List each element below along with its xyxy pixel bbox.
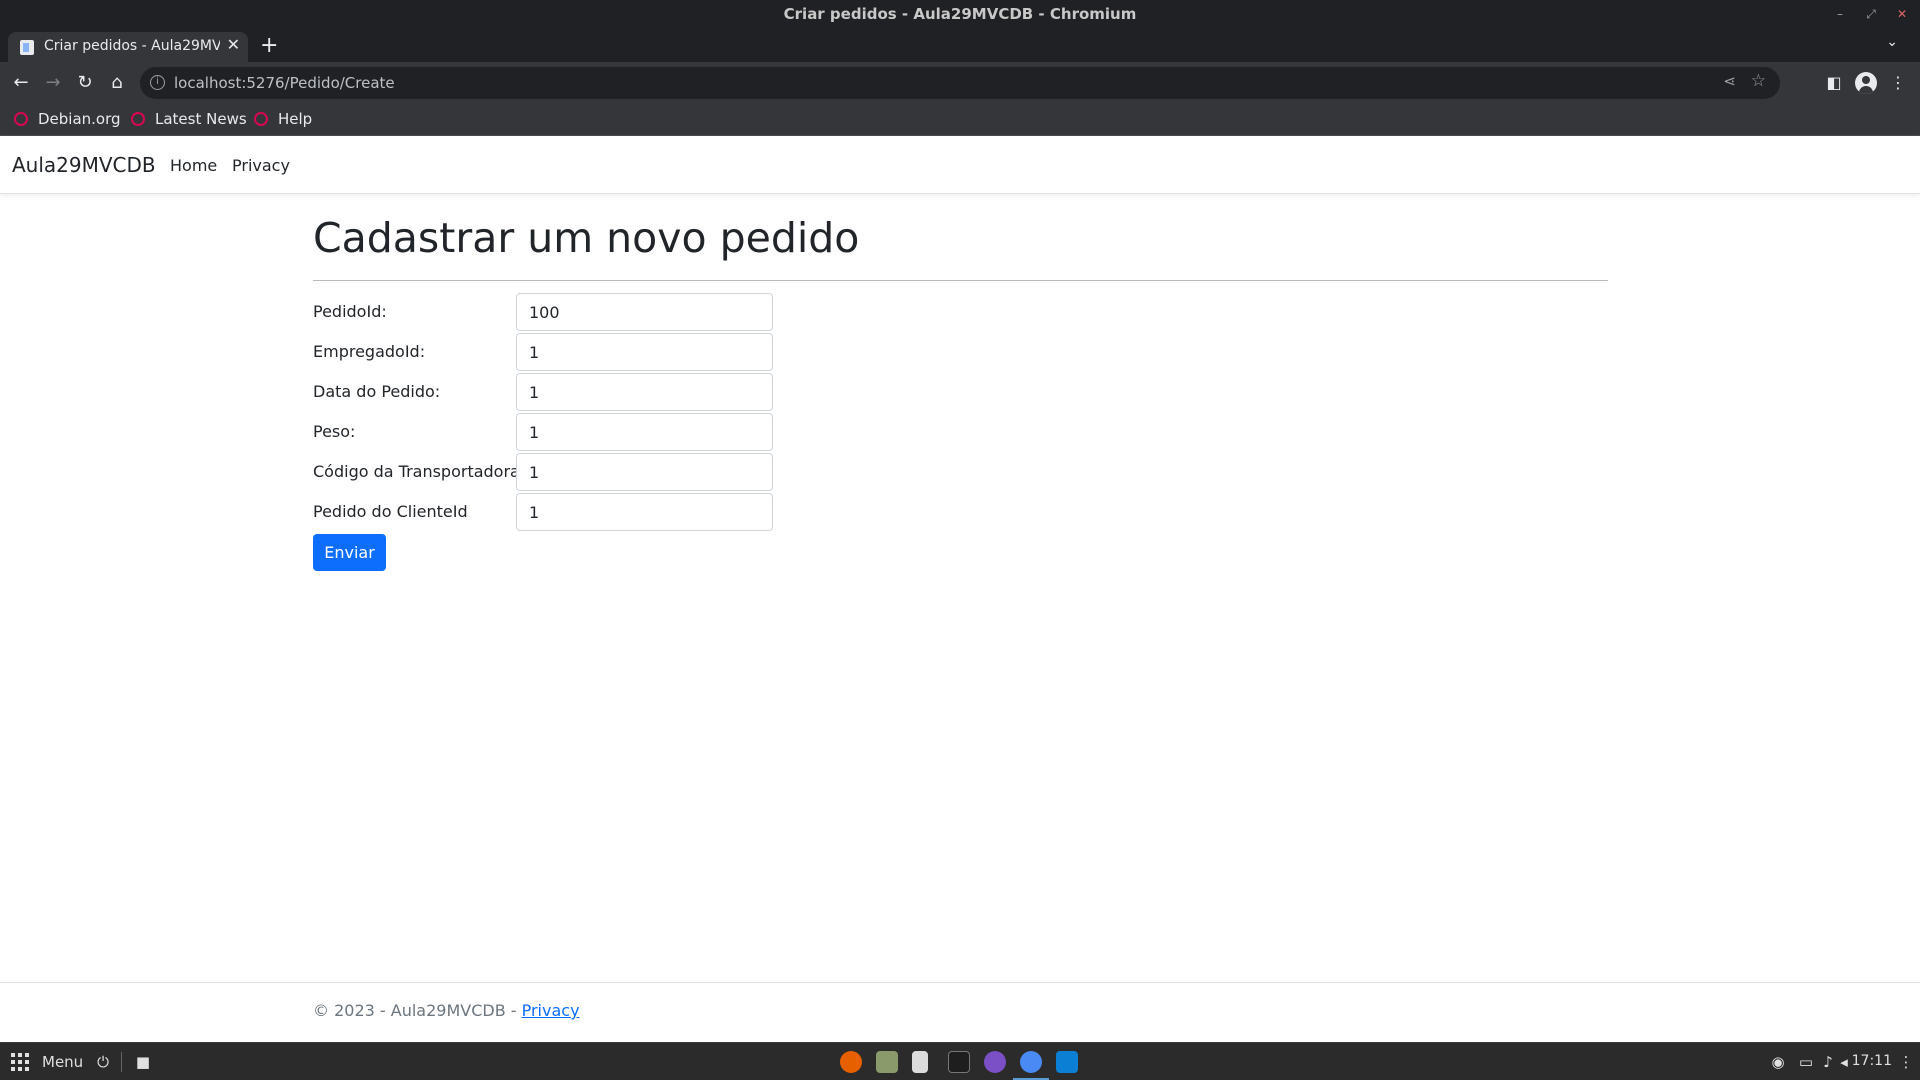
site-info-icon[interactable]: i (150, 75, 165, 90)
bookmark-debian[interactable]: Debian.org (14, 110, 121, 128)
enviar-button[interactable]: Enviar (313, 534, 386, 571)
field-label: EmpregadoId: (313, 342, 426, 361)
vscode-icon[interactable] (1056, 1051, 1078, 1073)
forward-button[interactable]: → (41, 71, 65, 95)
field-label: PedidoId: (313, 302, 387, 321)
navbar-brand[interactable]: Aula29MVCDB (12, 153, 156, 177)
browser-menu-icon[interactable]: ⋮ (1886, 71, 1910, 95)
tab-criar-pedidos[interactable]: Criar pedidos - Aula29MVCDB ✕ (8, 32, 248, 62)
tab-search-chevron-icon[interactable]: ⌄ (1886, 34, 1898, 50)
bookmarks-bar: Debian.org Latest News Help (0, 104, 1920, 136)
new-tab-button[interactable]: + (260, 33, 278, 58)
page-viewport: Aula29MVCDB Home Privacy Cadastrar um no… (0, 137, 1920, 1042)
address-bar[interactable]: i localhost:5276/Pedido/Create ⋖ ☆ (140, 67, 1780, 99)
minimize-button[interactable]: – (1830, 4, 1850, 24)
taskbar-menu-label[interactable]: Menu (42, 1053, 83, 1071)
side-panel-icon[interactable]: ◧ (1822, 71, 1846, 95)
power-icon[interactable]: ⏻ (93, 1052, 113, 1072)
bookmark-label: Latest News (155, 110, 247, 128)
tab-strip: Criar pedidos - Aula29MVCDB ✕ + ⌄ (0, 28, 1920, 62)
apps-grid-icon[interactable] (11, 1053, 29, 1071)
taskbar-clock[interactable]: 17:11 (1852, 1053, 1892, 1069)
data-pedido-input[interactable] (516, 373, 773, 411)
bookmark-star-icon[interactable]: ☆ (1751, 71, 1766, 91)
footer-text: © 2023 - Aula29MVCDB - Privacy (313, 1001, 580, 1020)
text-editor-icon[interactable] (912, 1051, 928, 1073)
site-footer: © 2023 - Aula29MVCDB - Privacy (0, 982, 1920, 1042)
pedidoid-input[interactable] (516, 293, 773, 331)
empregadoid-input[interactable] (516, 333, 773, 371)
bookmark-label: Debian.org (38, 110, 121, 128)
footer-privacy-link[interactable]: Privacy (522, 1001, 580, 1020)
debian-swirl-icon (14, 112, 28, 126)
site-navbar: Aula29MVCDB Home Privacy (0, 137, 1920, 194)
desktop-taskbar: Menu ⏻ ■ ◉ ▭ ♪ ◂ 17:11 ⋮ (0, 1042, 1920, 1080)
terminal-icon[interactable] (948, 1051, 970, 1073)
debian-swirl-icon (254, 112, 268, 126)
pedido-clienteid-input[interactable] (516, 493, 773, 531)
page-title: Cadastrar um novo pedido (313, 214, 860, 262)
home-button[interactable]: ⌂ (105, 71, 129, 95)
tab-title: Criar pedidos - Aula29MVCDB (44, 38, 220, 54)
field-label: Peso: (313, 422, 356, 441)
maximize-button[interactable]: ⤢ (1861, 4, 1881, 24)
back-button[interactable]: ← (9, 71, 33, 95)
eye-status-icon[interactable]: ◉ (1768, 1052, 1788, 1072)
chromium-icon[interactable] (1020, 1051, 1042, 1073)
nav-link-privacy[interactable]: Privacy (232, 156, 290, 175)
show-desktop-icon[interactable]: ⋮ (1896, 1052, 1916, 1072)
reload-button[interactable]: ↻ (73, 71, 97, 95)
codigo-transportadora-input[interactable] (516, 453, 773, 491)
footer-copyright: © 2023 - Aula29MVCDB - (313, 1001, 522, 1020)
window-titlebar: Criar pedidos - Aula29MVCDB - Chromium –… (0, 0, 1920, 28)
nav-link-home[interactable]: Home (170, 156, 217, 175)
tab-close-icon[interactable]: ✕ (227, 35, 240, 54)
bookmark-label: Help (278, 110, 313, 128)
taskbar-separator (121, 1052, 122, 1072)
heading-divider (313, 280, 1608, 281)
profile-avatar-icon[interactable] (1855, 72, 1877, 94)
browser-toolbar: ← → ↻ ⌂ i localhost:5276/Pedido/Create ⋖… (0, 62, 1920, 104)
field-label: Pedido do ClienteId (313, 502, 468, 521)
field-label: Data do Pedido: (313, 382, 441, 401)
display-icon[interactable]: ▭ (1796, 1052, 1816, 1072)
peso-input[interactable] (516, 413, 773, 451)
firefox-icon[interactable] (840, 1051, 862, 1073)
address-url[interactable]: localhost:5276/Pedido/Create (174, 74, 395, 92)
close-window-button[interactable]: ✕ (1892, 4, 1912, 24)
share-icon[interactable]: ⋖ (1723, 72, 1736, 90)
bookmark-latest-news[interactable]: Latest News (131, 110, 247, 128)
github-desktop-icon[interactable] (984, 1051, 1006, 1073)
bookmark-help[interactable]: Help (254, 110, 312, 128)
files-folder-icon[interactable]: ■ (133, 1052, 153, 1072)
file-manager-icon[interactable] (876, 1051, 898, 1073)
debian-swirl-icon (131, 112, 145, 126)
field-label: Código da Transportadora: (313, 462, 526, 481)
page-favicon-icon (20, 40, 34, 55)
window-title: Criar pedidos - Aula29MVCDB - Chromium (783, 5, 1137, 23)
